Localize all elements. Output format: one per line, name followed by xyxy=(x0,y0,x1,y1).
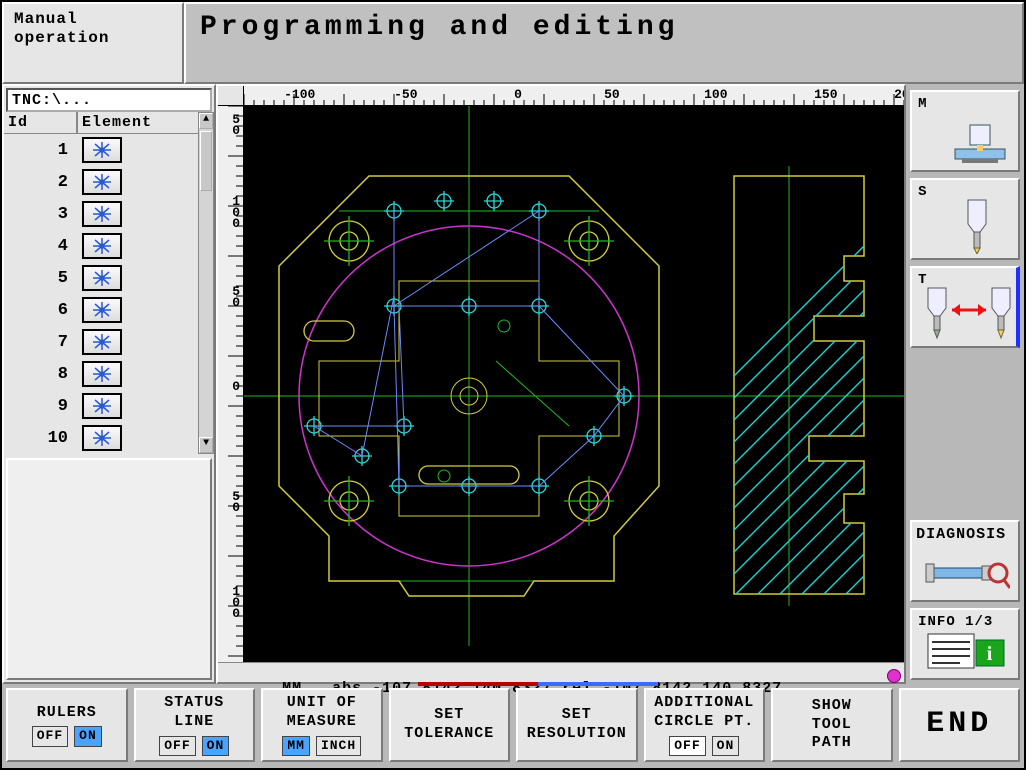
machine-icon xyxy=(950,121,1010,166)
status-segment-blue xyxy=(538,682,658,686)
element-point-button[interactable] xyxy=(82,425,122,451)
element-point-button[interactable] xyxy=(82,137,122,163)
list-item[interactable]: 2 xyxy=(4,166,198,198)
list-item[interactable]: 1 xyxy=(4,134,198,166)
spindle-icon xyxy=(960,198,994,254)
ruler-horizontal: -100-50050100150200 xyxy=(244,86,904,106)
list-header-element: Element xyxy=(78,112,198,133)
list-item[interactable]: 7 xyxy=(4,326,198,358)
m-function-button[interactable]: M xyxy=(910,90,1020,172)
mode-tab[interactable]: Manual operation xyxy=(2,2,184,84)
softkey-additional-circle-pt[interactable]: ADDITIONAL CIRCLE PT. OFF ON xyxy=(644,688,766,762)
addl-off[interactable]: OFF xyxy=(669,736,705,756)
list-id: 4 xyxy=(4,237,78,256)
status-segment-red xyxy=(418,682,538,686)
unit-mm[interactable]: MM xyxy=(282,736,310,756)
scroll-up-icon[interactable]: ▲ xyxy=(199,113,213,129)
list-id: 1 xyxy=(4,141,78,160)
mode-line-2: operation xyxy=(14,29,172,48)
info-label: INFO 1/3 xyxy=(918,614,993,630)
softkey-set-resolution[interactable]: SET RESOLUTION xyxy=(516,688,638,762)
info-badge-icon: i xyxy=(987,643,994,665)
softkey-end[interactable]: END xyxy=(899,688,1021,762)
element-point-button[interactable] xyxy=(82,297,122,323)
right-toolbar: M S T xyxy=(906,84,1024,684)
softkey-status-line[interactable]: STATUS LINE OFF ON xyxy=(134,688,256,762)
sk2-l1: STATUS xyxy=(164,694,224,713)
ruler-corner xyxy=(218,86,244,106)
list-id: 5 xyxy=(4,269,78,288)
status-off[interactable]: OFF xyxy=(159,736,195,756)
element-point-button[interactable] xyxy=(82,329,122,355)
list-id: 6 xyxy=(4,301,78,320)
t-tool-button[interactable]: T xyxy=(910,266,1020,348)
list-id: 3 xyxy=(4,205,78,224)
list-item[interactable]: 6 xyxy=(4,294,198,326)
list-id: 8 xyxy=(4,365,78,384)
diagnosis-label: DIAGNOSIS xyxy=(916,526,1006,543)
sk7-l3: PATH xyxy=(812,734,852,753)
page-title-bar: Programming and editing xyxy=(184,2,1024,84)
element-point-button[interactable] xyxy=(82,201,122,227)
diagnosis-icon xyxy=(924,558,1010,594)
page-title: Programming and editing xyxy=(200,12,678,43)
sk6-l1: ADDITIONAL xyxy=(654,694,754,713)
softkey-rulers[interactable]: RULERS OFF ON xyxy=(6,688,128,762)
ruler-vertical: 5 01 0 05 005 01 0 0 xyxy=(218,106,244,662)
scroll-down-icon[interactable]: ▼ xyxy=(199,437,213,453)
sk5-l2: RESOLUTION xyxy=(527,725,627,744)
sk2-l2: LINE xyxy=(174,713,214,732)
list-item[interactable]: 10 xyxy=(4,422,198,454)
canvas-area: -100-50050100150200 5 01 0 05 005 01 0 0 xyxy=(216,84,906,684)
list-item[interactable]: 4 xyxy=(4,230,198,262)
s-spindle-button[interactable]: S xyxy=(910,178,1020,260)
list-item[interactable]: 9 xyxy=(4,390,198,422)
list-id: 2 xyxy=(4,173,78,192)
list-id: 9 xyxy=(4,397,78,416)
sk3-l2: MEASURE xyxy=(287,713,357,732)
rulers-on[interactable]: ON xyxy=(74,726,102,746)
diagnosis-button[interactable]: DIAGNOSIS xyxy=(910,520,1020,602)
program-path[interactable]: TNC:\... xyxy=(6,88,212,112)
sk4-l2: TOLERANCE xyxy=(404,725,494,744)
sidebar-scrollbar[interactable]: ▲ ▼ xyxy=(198,112,214,454)
sk3-l1: UNIT OF xyxy=(287,694,357,713)
list-header-id: Id xyxy=(4,112,78,133)
sk7-l2: TOOL xyxy=(812,716,852,735)
sk4-l1: SET xyxy=(434,706,464,725)
softkey-rulers-label: RULERS xyxy=(37,704,97,723)
softkey-show-tool-path[interactable]: SHOW TOOL PATH xyxy=(771,688,893,762)
list-item[interactable]: 3 xyxy=(4,198,198,230)
info-page-icon: i xyxy=(926,632,1008,672)
scroll-thumb[interactable] xyxy=(200,131,212,191)
element-point-button[interactable] xyxy=(82,169,122,195)
m-label: M xyxy=(918,96,927,112)
addl-on[interactable]: ON xyxy=(712,736,740,756)
list-item[interactable]: 5 xyxy=(4,262,198,294)
softkey-unit-measure[interactable]: UNIT OF MEASURE MM INCH xyxy=(261,688,383,762)
element-point-button[interactable] xyxy=(82,233,122,259)
element-point-button[interactable] xyxy=(82,265,122,291)
unit-inch[interactable]: INCH xyxy=(316,736,361,756)
mode-line-1: Manual xyxy=(14,10,172,29)
sidebar-preview-panel xyxy=(6,458,212,680)
list-item[interactable]: 8 xyxy=(4,358,198,390)
element-point-button[interactable] xyxy=(82,361,122,387)
list-id: 7 xyxy=(4,333,78,352)
status-on[interactable]: ON xyxy=(202,736,230,756)
softkey-set-tolerance[interactable]: SET TOLERANCE xyxy=(389,688,511,762)
info-button[interactable]: INFO 1/3 i xyxy=(910,608,1020,680)
sk5-l1: SET xyxy=(562,706,592,725)
s-label: S xyxy=(918,184,927,200)
element-point-button[interactable] xyxy=(82,393,122,419)
rulers-off[interactable]: OFF xyxy=(32,726,68,746)
list-id: 10 xyxy=(4,429,78,448)
sidebar: TNC:\... Id Element 1 2 3 4 xyxy=(2,84,216,684)
end-label: END xyxy=(926,706,992,744)
graphics-viewport[interactable] xyxy=(244,106,904,662)
sk6-l2: CIRCLE PT. xyxy=(654,713,754,732)
sk7-l1: SHOW xyxy=(812,697,852,716)
status-line: MM abs -107.8142 140.8327 rel -107.8142 … xyxy=(218,662,904,682)
tool-change-icon xyxy=(922,286,1018,342)
